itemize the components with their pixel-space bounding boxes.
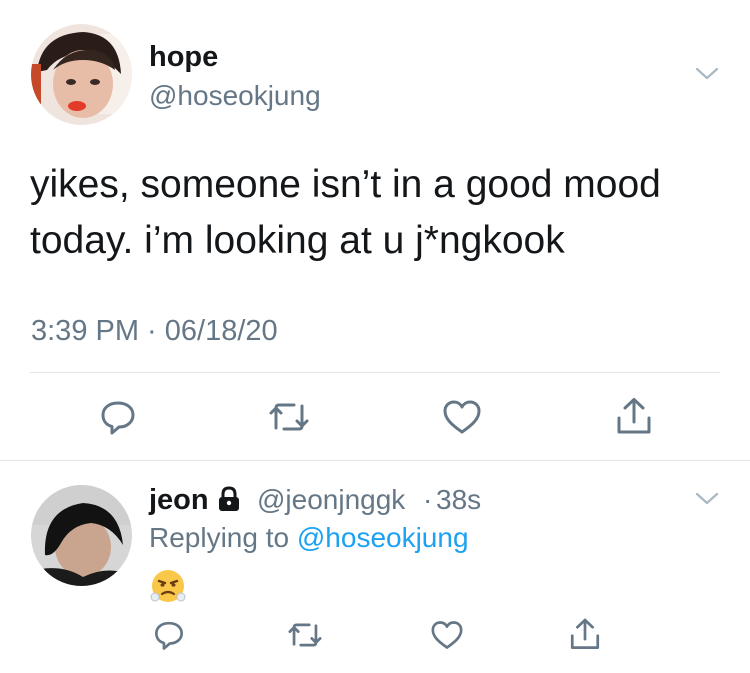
chevron-down-icon[interactable] [694, 64, 720, 84]
main-tweet: hope @hoseokjung yikes, someone isn’t in… [0, 0, 750, 460]
reply-icon[interactable] [99, 398, 137, 436]
main-tweet-timestamp[interactable]: 3:39 PM · 06/18/20 [31, 313, 278, 349]
heart-icon[interactable] [430, 620, 464, 650]
main-tweet-text-line-1: yikes, someone isn’t in a good mood [30, 163, 661, 206]
main-tweet-author-name[interactable]: hope [149, 40, 218, 74]
share-icon[interactable] [614, 396, 654, 436]
reply-tweet-avatar[interactable] [31, 485, 132, 586]
replying-to-label: Replying to @hoseokjung [149, 521, 469, 555]
retweet-icon[interactable] [286, 619, 324, 651]
replying-to-prefix: Replying to [149, 522, 290, 553]
main-tweet-author-handle[interactable]: @hoseokjung [149, 79, 321, 113]
retweet-icon[interactable] [267, 398, 311, 436]
replying-to-link[interactable]: @hoseokjung [297, 522, 469, 553]
heart-icon[interactable] [442, 399, 482, 435]
main-tweet-divider [30, 372, 720, 373]
lock-icon [217, 486, 241, 512]
reply-tweet[interactable]: jeon @jeonjnggk · 38s Replying to @hoseo… [0, 461, 750, 673]
reply-tweet-author-handle[interactable]: @jeonjnggk [257, 483, 405, 517]
reply-tweet-time[interactable]: 38s [436, 483, 481, 517]
reply-tweet-dot: · [423, 484, 433, 515]
main-tweet-text-line-2: today. i’m looking at u j*ngkook [30, 219, 565, 262]
reply-icon[interactable] [153, 619, 185, 651]
reply-tweet-emoji [150, 568, 186, 604]
chevron-down-icon[interactable] [694, 489, 720, 509]
reply-tweet-author-name[interactable]: jeon [149, 483, 209, 517]
main-tweet-avatar[interactable] [31, 24, 132, 125]
face-with-steam-icon [150, 570, 186, 602]
share-icon[interactable] [568, 617, 602, 651]
